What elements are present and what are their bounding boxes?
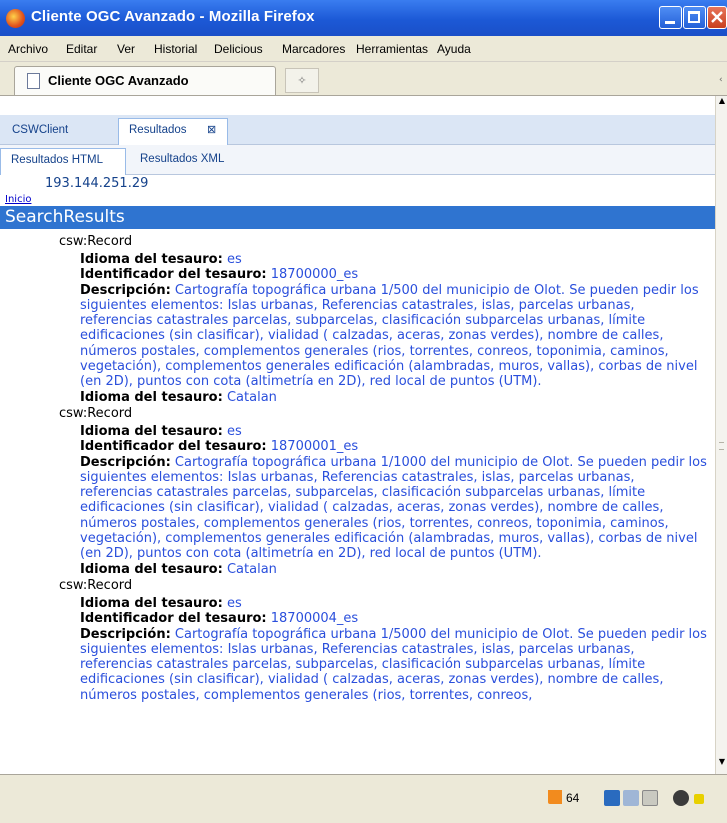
identificador-value: 18700001_es — [270, 439, 359, 455]
status-bar: 64 — [0, 774, 727, 823]
search-results-header: SearchResults — [0, 206, 715, 229]
menu-ayuda[interactable]: Ayuda — [437, 42, 471, 56]
record-idioma: Idioma del tesauro: es — [80, 596, 708, 611]
record-identificador: Identificador del tesauro: 18700001_es — [80, 439, 708, 454]
window-title: Cliente OGC Avanzado - Mozilla Firefox — [31, 8, 315, 25]
identificador-value: 18700004_es — [270, 611, 359, 627]
record-descripcion: Descripción: Cartografía topográfica urb… — [80, 455, 708, 562]
descripcion-label: Descripción: — [80, 282, 171, 298]
record-title: csw:Record — [59, 234, 133, 249]
page-icon — [27, 73, 40, 89]
idioma-value: es — [226, 423, 242, 439]
browser-tab[interactable]: Cliente OGC Avanzado — [14, 66, 276, 95]
vertical-scrollbar[interactable]: ▲ ▼ — [715, 96, 727, 774]
idioma-value: Catalan — [226, 561, 277, 577]
record-identificador: Identificador del tesauro: 18700000_es — [80, 267, 708, 282]
descripcion-label: Descripción: — [80, 454, 171, 470]
scroll-thumb[interactable] — [717, 436, 726, 456]
idioma-label: Idioma del tesauro: — [80, 595, 223, 611]
record: csw:Record Idioma del tesauro: es Identi… — [0, 233, 715, 405]
identificador-label: Identificador del tesauro: — [80, 611, 267, 627]
app-tab-bar: CSWClient Resultados ⊠ — [0, 115, 715, 145]
identificador-label: Identificador del tesauro: — [80, 439, 267, 455]
menu-historial[interactable]: Historial — [154, 42, 197, 56]
descripcion-label: Descripción: — [80, 626, 171, 642]
browser-tab-bar: Cliente OGC Avanzado ✧ ‹ — [0, 62, 727, 96]
scroll-up-icon[interactable]: ▲ — [716, 96, 727, 110]
page-top-strip — [0, 96, 715, 115]
status-indicator-icon — [694, 794, 704, 804]
maximize-button[interactable] — [683, 6, 706, 29]
record-title: csw:Record — [59, 577, 133, 593]
menu-herramientas[interactable]: Herramientas — [356, 42, 428, 56]
tab-resultados[interactable]: Resultados ⊠ — [118, 118, 228, 145]
idioma-label: Idioma del tesauro: — [80, 561, 223, 577]
tab-close-icon[interactable]: ⊠ — [207, 123, 216, 136]
record-descripcion: Descripción: Cartografía topográfica urb… — [80, 627, 708, 703]
record: csw:Record Idioma del tesauro: es Identi… — [0, 577, 715, 703]
record-descripcion: Descripción: Cartografía topográfica urb… — [80, 283, 708, 390]
descripcion-value: Cartografía topográfica urbana 1/500 del… — [80, 282, 699, 390]
scroll-down-icon[interactable]: ▼ — [716, 757, 727, 771]
idioma-value: es — [226, 595, 242, 611]
idioma-value: es — [226, 252, 242, 267]
new-tab-button[interactable]: ✧ — [285, 68, 319, 93]
tab-cswclient[interactable]: CSWClient — [12, 124, 68, 136]
rss-icon[interactable] — [548, 790, 562, 804]
idioma-label: Idioma del tesauro: — [80, 423, 223, 439]
identificador-label: Identificador del tesauro: — [80, 267, 267, 283]
inicio-link[interactable]: Inicio — [5, 194, 31, 205]
record-idioma-2: Idioma del tesauro: Catalan — [80, 390, 708, 405]
record-idioma: Idioma del tesauro: es — [80, 424, 708, 439]
page-content: CSWClient Resultados ⊠ Resultados HTML R… — [0, 115, 715, 774]
search-results-title: SearchResults — [5, 207, 125, 227]
descripcion-value: Cartografía topográfica urbana 1/1000 de… — [80, 454, 707, 562]
tab-resultados-xml[interactable]: Resultados XML — [140, 153, 224, 165]
bug-icon[interactable] — [673, 790, 689, 806]
record-idioma-2: Idioma del tesauro: Catalan — [80, 562, 708, 577]
idioma-label: Idioma del tesauro: — [80, 389, 223, 405]
record-idioma: Idioma del tesauro: es — [80, 252, 708, 267]
firefox-logo-icon — [6, 9, 25, 28]
menu-marcadores[interactable]: Marcadores — [282, 42, 345, 56]
menu-ver[interactable]: Ver — [117, 42, 135, 56]
results-tab-bar: Resultados HTML Resultados XML — [0, 145, 715, 175]
tab-resultados-html-label: Resultados HTML — [11, 154, 104, 166]
record-title: csw:Record — [59, 405, 133, 421]
browser-tab-label: Cliente OGC Avanzado — [48, 73, 189, 88]
minimize-button[interactable] — [659, 6, 682, 29]
idioma-value: Catalan — [226, 389, 277, 405]
delicious-icon[interactable] — [604, 790, 620, 806]
descripcion-value: Cartografía topográfica urbana 1/5000 de… — [80, 626, 707, 703]
menu-delicious[interactable]: Delicious — [214, 42, 263, 56]
identificador-value: 18700000_es — [270, 267, 359, 283]
results-list: csw:Record Idioma del tesauro: es Identi… — [0, 233, 715, 703]
server-ip: 193.144.251.29 — [45, 176, 149, 191]
menu-editar[interactable]: Editar — [66, 42, 97, 56]
record: csw:Record Idioma del tesauro: es Identi… — [0, 405, 715, 577]
tab-resultados-label: Resultados — [129, 124, 187, 136]
tab-resultados-html[interactable]: Resultados HTML — [0, 148, 126, 175]
tab-scroll-icon[interactable]: ‹ — [719, 75, 723, 85]
rss-count: 64 — [566, 791, 580, 805]
menu-bar: Archivo Editar Ver Historial Delicious M… — [0, 36, 727, 62]
title-bar: Cliente OGC Avanzado - Mozilla Firefox — [0, 0, 727, 36]
grid-icon[interactable] — [623, 790, 639, 806]
mail-icon[interactable] — [642, 790, 658, 806]
menu-archivo[interactable]: Archivo — [8, 42, 48, 56]
close-window-button[interactable] — [707, 6, 727, 29]
idioma-label: Idioma del tesauro: — [80, 252, 223, 267]
record-identificador: Identificador del tesauro: 18700004_es — [80, 611, 708, 626]
